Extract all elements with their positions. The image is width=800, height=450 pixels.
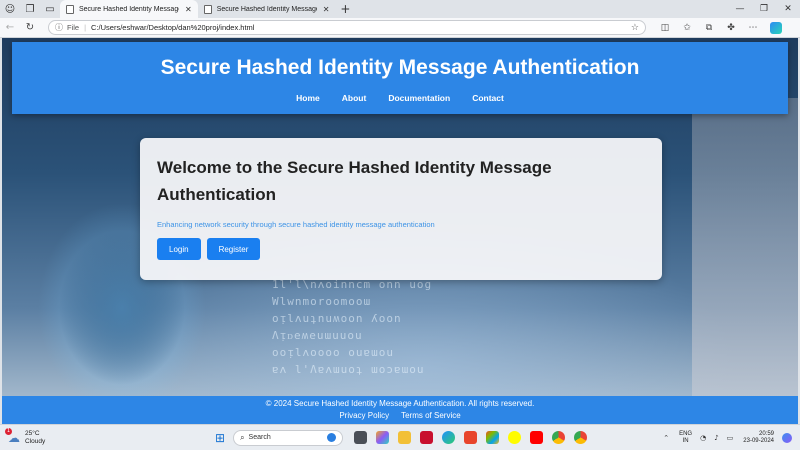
close-tab-icon[interactable]: ✕ (323, 5, 330, 14)
footer-copyright: © 2024 Secure Hashed Identity Message Au… (265, 399, 535, 408)
browser-toolbar: ← ↻ ⓘ File | C:/Users/eshwar/Desktop/dan… (0, 18, 800, 38)
system-tray: ⌃ ENG IN ◔ ♪ ▭ 20:59 23-09-2024 (655, 431, 792, 445)
background-code-text: 1l'l\nʌoinncm onn uog Wlwnmoroomooɯ oᴉlʌ… (272, 278, 642, 380)
card-buttons: Login Register (157, 238, 645, 260)
file-explorer-icon[interactable] (393, 427, 415, 449)
site-title: Secure Hashed Identity Message Authentic… (160, 56, 640, 79)
cloud-icon: ☁ 1 (5, 427, 20, 445)
more-options-icon[interactable]: ⋯ (742, 23, 764, 33)
register-button[interactable]: Register (206, 238, 261, 260)
clock-time: 20:59 (758, 430, 774, 437)
background-wall (692, 98, 798, 424)
taskbar-apps (349, 427, 591, 449)
info-icon[interactable]: ⓘ (55, 22, 63, 33)
store-icon[interactable] (481, 427, 503, 449)
address-separator: | (84, 23, 87, 32)
scheme-label: File (67, 23, 80, 32)
close-tab-icon[interactable]: ✕ (185, 5, 192, 14)
minimize-icon[interactable]: — (728, 4, 752, 14)
youtube-icon[interactable] (525, 427, 547, 449)
footer-links: Privacy Policy Terms of Service (2, 411, 798, 420)
taskbar-search[interactable]: ⌕ Search (233, 429, 344, 446)
tab-actions-icon[interactable]: ▭ (40, 0, 60, 18)
weather-widget[interactable]: ☁ 1 25°C Cloudy (5, 427, 198, 446)
tab-2-title: Secure Hashed Identity Message (216, 5, 317, 13)
task-view-icon[interactable] (349, 427, 371, 449)
language-line1: ENG (679, 430, 693, 437)
edge-icon[interactable] (437, 427, 459, 449)
collections-icon[interactable]: ⧉ (698, 23, 720, 33)
clock-date: 23-09-2024 (743, 437, 774, 444)
site-footer: © 2024 Secure Hashed Identity Message Au… (2, 396, 798, 424)
favorite-star-icon[interactable]: ☆ (631, 23, 639, 33)
nav-home-link[interactable]: Home (296, 93, 320, 103)
taskbar: ☁ 1 25°C Cloudy ⊞ ⌕ Search ⌃ ENG IN ◔ ♪ … (0, 424, 800, 450)
nav-contact-link[interactable]: Contact (472, 93, 504, 103)
back-icon[interactable]: ← (0, 22, 20, 33)
terms-of-service-link[interactable]: Terms of Service (401, 411, 461, 420)
copilot-icon[interactable] (770, 21, 782, 34)
site-header: Secure Hashed Identity Message Authentic… (12, 42, 788, 114)
weather-text: 25°C Cloudy (25, 430, 45, 446)
background-code-line: oᴉlʌuʇnuʍoon ʎoon (272, 312, 402, 325)
volume-icon[interactable]: ♪ (714, 434, 718, 442)
copilot-app-icon[interactable] (371, 427, 393, 449)
background-code-line: Λᴉᴅeʍeuɯuuou (272, 329, 363, 342)
split-screen-icon[interactable]: ◫ (654, 23, 676, 33)
login-button[interactable]: Login (157, 238, 201, 260)
web-page: 1l'l\nʌoinncm onn uog Wlwnmoroomooɯ oᴉlʌ… (2, 38, 798, 424)
clock[interactable]: 20:59 23-09-2024 (743, 431, 774, 445)
chrome-icon[interactable] (547, 427, 569, 449)
background-code-line: ooᴉlʌoooo ouɐɯou (272, 346, 394, 359)
snapchat-icon[interactable] (503, 427, 525, 449)
tab-2[interactable]: Secure Hashed Identity Message ✕ (198, 0, 336, 18)
site-nav: Home About Documentation Contact (12, 93, 788, 103)
weather-badge: 1 (5, 427, 12, 435)
favorites-icon[interactable]: ✩ (676, 23, 698, 33)
chrome-profile-icon[interactable] (569, 427, 591, 449)
language-line2: IN (682, 437, 689, 444)
maximize-icon[interactable]: ❐ (752, 4, 776, 14)
search-highlight-icon (327, 433, 337, 442)
nav-documentation-link[interactable]: Documentation (388, 93, 450, 103)
toolbar-icons: ◫ ✩ ⧉ ✤ ⋯ (654, 23, 764, 33)
chevron-up-icon[interactable]: ⌃ (663, 434, 669, 442)
search-icon: ⌕ (240, 432, 245, 442)
close-window-icon[interactable]: ✕ (776, 4, 800, 14)
wifi-icon[interactable]: ◔ (700, 434, 706, 442)
privacy-policy-link[interactable]: Privacy Policy (339, 411, 389, 420)
page-icon (66, 4, 74, 14)
background-code-line: ɐʌ l'Λɐʌɯuoʇ ɯoɔɐɯou (272, 363, 425, 376)
weather-temp: 25°C (25, 429, 40, 437)
windows-start-icon[interactable]: ⊞ (215, 431, 225, 445)
background-code-line: 1l'l\nʌoinncm onn uog (272, 278, 433, 291)
url-text[interactable]: C:/Users/eshwar/Desktop/dan%20proj/index… (91, 23, 254, 32)
extensions-icon[interactable]: ✤ (720, 23, 742, 33)
page-icon (203, 4, 212, 14)
mcafee-icon[interactable] (415, 427, 437, 449)
office-icon[interactable] (459, 427, 481, 449)
tab-1[interactable]: Secure Hashed Identity Message ✕ (60, 0, 198, 18)
refresh-icon[interactable]: ↻ (20, 22, 40, 33)
notifications-icon[interactable] (782, 432, 792, 443)
search-placeholder: Search (248, 434, 271, 441)
window-controls: — ❐ ✕ (728, 4, 800, 14)
address-bar[interactable]: ⓘ File | C:/Users/eshwar/Desktop/dan%20p… (48, 20, 646, 35)
language-indicator[interactable]: ENG IN (679, 431, 692, 445)
weather-condition: Cloudy (25, 437, 46, 445)
background-code-line: Wlwnmoroomooɯ (272, 295, 372, 308)
browser-titlebar: ☺ ❐ ▭ Secure Hashed Identity Message ✕ S… (0, 0, 800, 18)
welcome-subtitle: Enhancing network security through secur… (157, 220, 435, 229)
new-tab-button[interactable]: + (335, 2, 355, 16)
workspaces-icon[interactable]: ❐ (20, 0, 40, 18)
welcome-card: Welcome to the Secure Hashed Identity Me… (140, 138, 662, 280)
profile-icon[interactable]: ☺ (0, 0, 20, 18)
battery-icon[interactable]: ▭ (727, 434, 734, 442)
welcome-title: Welcome to the Secure Hashed Identity Me… (157, 158, 552, 204)
nav-about-link[interactable]: About (342, 93, 367, 103)
tab-1-title: Secure Hashed Identity Message (79, 5, 179, 13)
